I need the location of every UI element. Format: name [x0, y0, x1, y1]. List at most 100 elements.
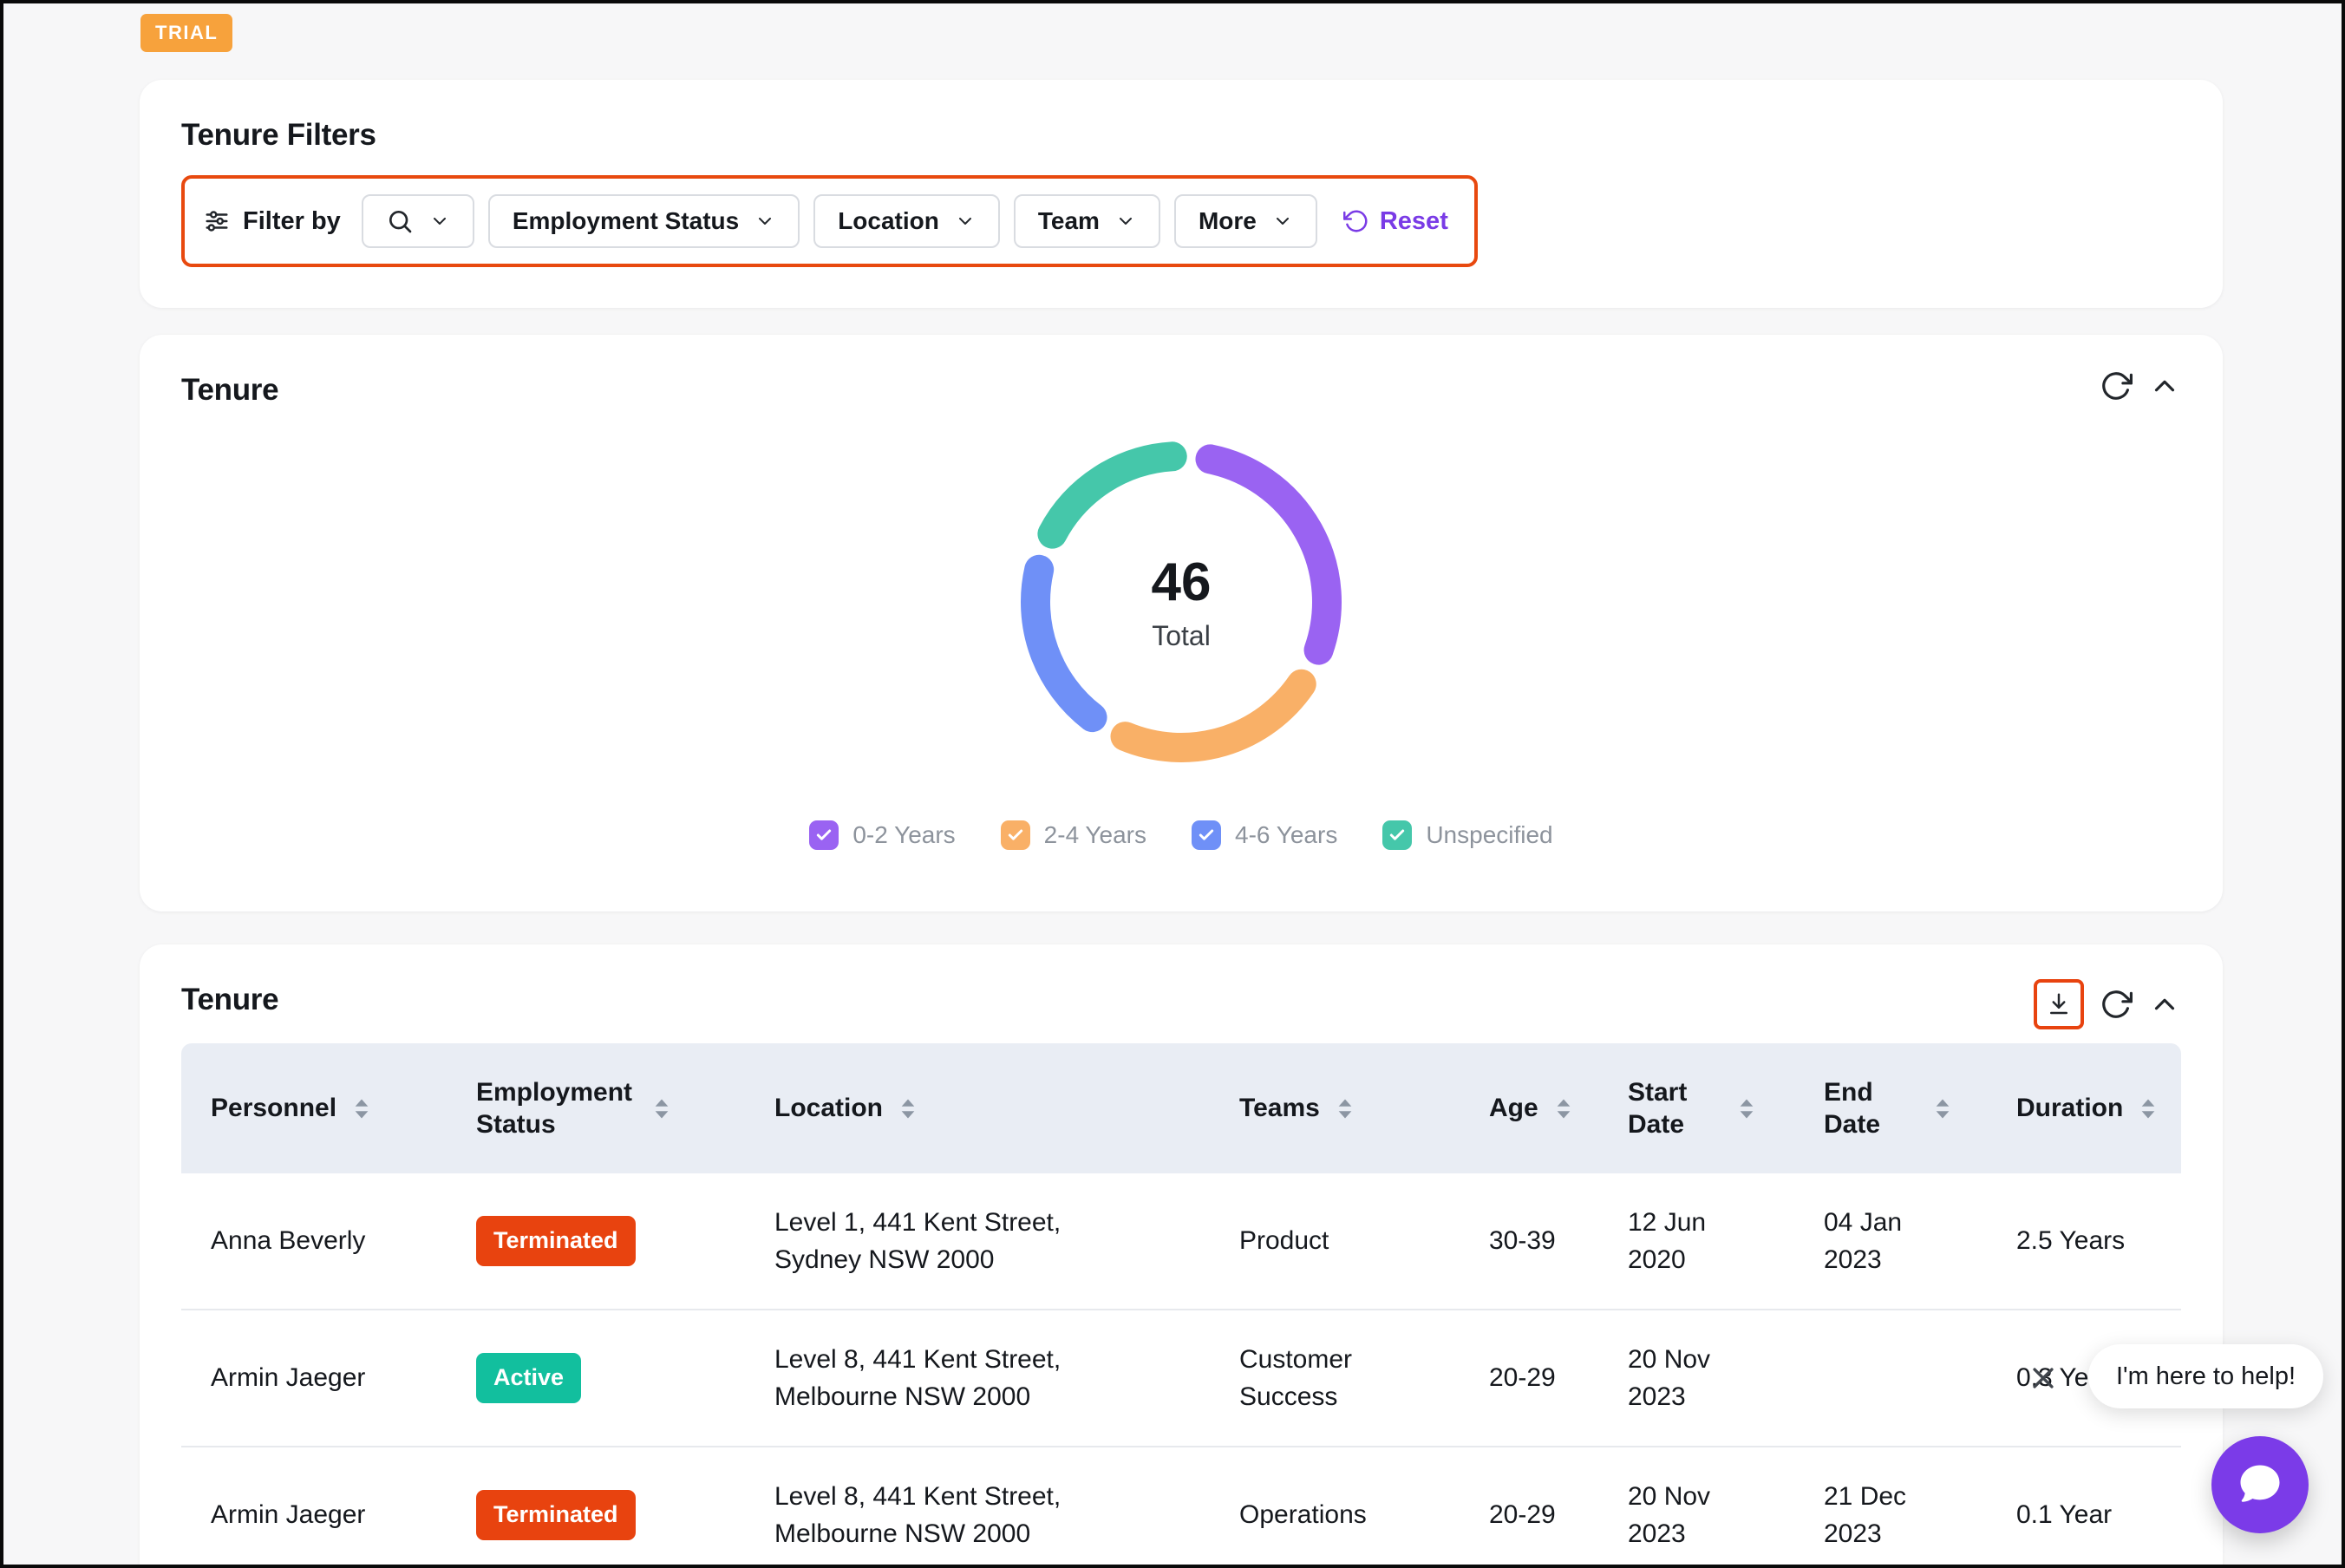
column-header-employment-status[interactable]: Employment Status	[447, 1076, 745, 1141]
chat-tooltip-text: I'm here to help!	[2116, 1362, 2296, 1390]
dropdown-label: Employment Status	[512, 207, 740, 234]
location-dropdown[interactable]: Location	[813, 194, 1000, 248]
chart-card-actions	[2100, 369, 2181, 402]
status-badge: Active	[476, 1353, 582, 1403]
cell-location: Level 1, 441 Kent Street, Sydney NSW 200…	[774, 1207, 1061, 1275]
legend-item-0-2-years[interactable]: 0-2 Years	[809, 820, 956, 850]
cell-location: Level 8, 441 Kent Street, Melbourne NSW …	[774, 1481, 1061, 1549]
status-badge: Terminated	[476, 1490, 636, 1540]
cell-end-date: 04 Jan 2023	[1824, 1207, 1903, 1275]
column-header-age[interactable]: Age	[1460, 1092, 1598, 1125]
cell-employment-status: Active	[447, 1353, 745, 1403]
tenure-table: Personnel Employment Status Location Tea…	[181, 1043, 2181, 1565]
chevron-down-icon	[433, 218, 446, 225]
column-header-start-date[interactable]: Start Date	[1598, 1076, 1794, 1141]
search-icon	[389, 211, 412, 233]
column-header-duration[interactable]: Duration	[1987, 1092, 2181, 1125]
table-card-actions	[2034, 979, 2181, 1029]
legend-item-unspecified[interactable]: Unspecified	[1382, 820, 1553, 850]
cell-age: 30-39	[1489, 1226, 1556, 1256]
chevron-down-icon	[1276, 218, 1289, 225]
checkbox-checked-icon[interactable]	[1192, 820, 1221, 850]
cell-teams: Product	[1239, 1226, 1329, 1256]
download-icon	[2050, 993, 2067, 1015]
chat-tooltip-close-button[interactable]	[2024, 1359, 2062, 1397]
chart-card-title: Tenure	[181, 373, 279, 407]
cell-teams: Operations	[1239, 1500, 1367, 1530]
employment-status-dropdown[interactable]: Employment Status	[487, 194, 800, 248]
donut-segment[interactable]	[1037, 441, 1187, 549]
dropdown-label: Location	[838, 207, 939, 234]
dropdown-label: Team	[1037, 207, 1100, 234]
close-icon	[2033, 1368, 2054, 1388]
cell-start-date: 20 Nov 2023	[1628, 1481, 1711, 1549]
legend-label: 4-6 Years	[1235, 821, 1338, 848]
sort-icon[interactable]	[2139, 1097, 2158, 1120]
sort-icon[interactable]	[652, 1097, 671, 1120]
cell-duration: 2.5 Years	[2016, 1226, 2126, 1256]
column-header-end-date[interactable]: End Date	[1794, 1076, 1987, 1141]
cell-start-date: 20 Nov 2023	[1628, 1344, 1711, 1412]
table-card-title: Tenure	[181, 983, 279, 1016]
cell-age: 20-29	[1489, 1363, 1556, 1393]
legend-label: 0-2 Years	[852, 821, 956, 848]
chat-launcher-button[interactable]	[2211, 1436, 2309, 1533]
chart-legend: 0-2 Years 2-4 Years 4-6 Years Unspecifie…	[181, 820, 2181, 850]
reset-label: Reset	[1379, 206, 1448, 235]
chevron-down-icon	[1119, 218, 1132, 225]
donut-segment[interactable]	[1195, 444, 1342, 665]
filter-by-label: Filter by	[243, 206, 341, 235]
cell-employment-status: Terminated	[447, 1216, 745, 1266]
reset-icon	[1342, 210, 1368, 232]
more-dropdown[interactable]: More	[1173, 194, 1317, 248]
donut-svg	[1021, 441, 1342, 762]
legend-label: Unspecified	[1426, 821, 1553, 848]
download-button[interactable]	[2034, 979, 2084, 1029]
team-dropdown[interactable]: Team	[1013, 194, 1160, 248]
column-header-teams[interactable]: Teams	[1210, 1092, 1460, 1125]
cell-location: Level 8, 441 Kent Street, Melbourne NSW …	[774, 1344, 1061, 1412]
cell-duration: 0.1 Year	[2016, 1500, 2113, 1530]
cell-start-date: 12 Jun 2020	[1628, 1207, 1707, 1275]
tenure-chart-card: Tenure 46 Total 0-2 Years 2-4 Years 4-6 …	[140, 335, 2223, 911]
filter-bar-highlight: Filter by Employment Status Location Tea…	[181, 175, 1478, 267]
sort-icon[interactable]	[1336, 1097, 1355, 1120]
tenure-filters-card: Tenure Filters Filter by Employment Stat…	[140, 80, 2223, 308]
page: TRIAL Tenure Filters Filter by Employmen…	[0, 0, 2345, 1568]
dropdown-label: More	[1198, 207, 1257, 234]
search-filter-dropdown[interactable]	[361, 194, 474, 248]
cell-personnel: Anna Beverly	[211, 1226, 366, 1256]
checkbox-checked-icon[interactable]	[1000, 820, 1030, 850]
table-row: Armin Jaeger Terminated Level 8, 441 Ken…	[181, 1447, 2181, 1565]
donut-segment[interactable]	[1110, 669, 1316, 762]
cell-age: 20-29	[1489, 1500, 1556, 1530]
collapse-chevron-up-icon[interactable]	[2148, 988, 2181, 1021]
chat-bubble-icon	[2240, 1465, 2280, 1502]
sort-icon[interactable]	[898, 1097, 918, 1120]
donut-segment[interactable]	[1021, 554, 1107, 733]
collapse-chevron-up-icon[interactable]	[2148, 369, 2181, 402]
legend-label: 2-4 Years	[1043, 821, 1146, 848]
sort-icon[interactable]	[352, 1097, 371, 1120]
refresh-icon[interactable]	[2100, 369, 2133, 402]
table-row: Armin Jaeger Active Level 8, 441 Kent St…	[181, 1310, 2181, 1447]
filters-card-title: Tenure Filters	[181, 118, 376, 152]
column-header-location[interactable]: Location	[745, 1092, 1210, 1125]
legend-item-2-4-years[interactable]: 2-4 Years	[1000, 820, 1146, 850]
cell-personnel: Armin Jaeger	[211, 1363, 366, 1393]
sort-icon[interactable]	[1554, 1097, 1573, 1120]
reset-filters-button[interactable]: Reset	[1338, 206, 1453, 237]
chat-tooltip: I'm here to help!	[2088, 1344, 2324, 1408]
sort-icon[interactable]	[1737, 1097, 1756, 1120]
cell-end-date: 21 Dec 2023	[1824, 1481, 1907, 1549]
sort-icon[interactable]	[1933, 1097, 1952, 1120]
legend-item-4-6-years[interactable]: 4-6 Years	[1192, 820, 1337, 850]
checkbox-checked-icon[interactable]	[1382, 820, 1413, 850]
refresh-icon[interactable]	[2100, 988, 2133, 1021]
sliders-icon	[206, 211, 228, 232]
checkbox-checked-icon[interactable]	[809, 820, 839, 850]
cell-personnel: Armin Jaeger	[211, 1500, 366, 1530]
trial-badge: TRIAL	[140, 14, 233, 52]
column-header-personnel[interactable]: Personnel	[181, 1092, 447, 1125]
cell-employment-status: Terminated	[447, 1490, 745, 1540]
